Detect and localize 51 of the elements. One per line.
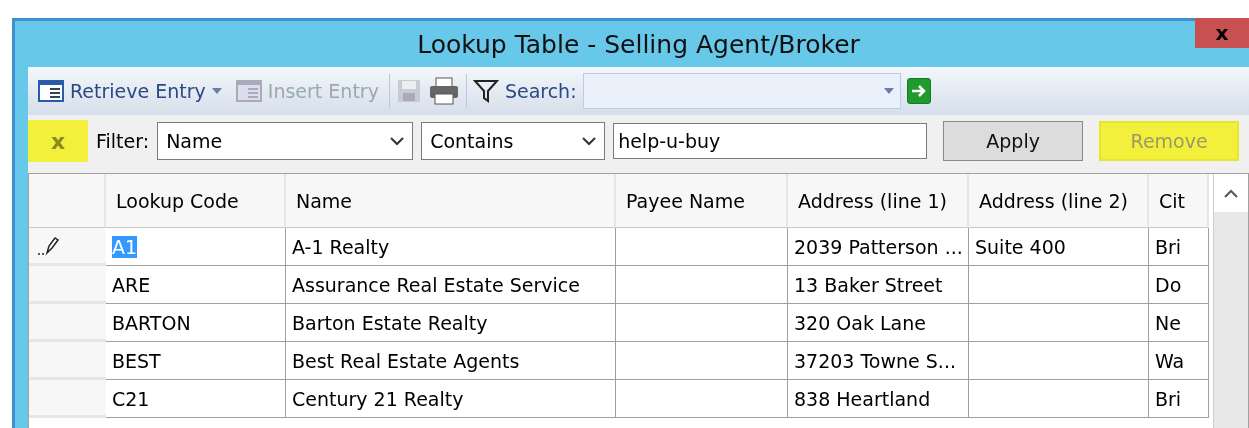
table-cell: Century 21 Realty (286, 380, 616, 418)
table-cell: Best Real Estate Agents (286, 342, 616, 380)
table-cell: A1 (106, 228, 286, 266)
operator-dropdown[interactable]: Contains (421, 122, 606, 160)
column-header[interactable]: Address (line 1) (788, 174, 969, 228)
scroll-up-button[interactable] (1214, 174, 1248, 212)
search-field[interactable] (582, 73, 901, 109)
filter-label: Filter: (96, 130, 150, 152)
window-title: Lookup Table - Selling Agent/Broker (417, 29, 860, 59)
go-button[interactable] (906, 78, 931, 104)
toolbar-button[interactable]: Retrieve Entry (34, 79, 226, 103)
pencil-icon (37, 235, 59, 256)
column-header[interactable]: Address (line 2) (969, 174, 1149, 228)
close-button[interactable]: x (1195, 18, 1249, 48)
column-header[interactable]: Payee Name (616, 174, 788, 228)
table-cell: Suite 400 (969, 228, 1149, 266)
table-cell: Barton Estate Realty (286, 304, 616, 342)
printer-icon[interactable] (427, 76, 460, 106)
chevron-down-icon (390, 136, 405, 146)
dropdown-caret-icon (883, 88, 894, 94)
table-cell: A-1 Realty (286, 228, 616, 266)
column-header[interactable]: Cit (1149, 174, 1209, 228)
field-dropdown[interactable]: Name (157, 122, 414, 160)
table-cell: BEST (106, 342, 286, 380)
row-header[interactable] (29, 228, 106, 266)
table-cell: Bri (1149, 380, 1209, 418)
table-cell: 37203 Towne S... (788, 342, 969, 380)
search-label: Search: (504, 80, 577, 102)
table-cell: BARTON (106, 304, 286, 342)
chevron-down-icon (582, 136, 597, 146)
column-header[interactable]: Lookup Code (106, 174, 286, 228)
table-cell: Assurance Real Estate Service (286, 266, 616, 304)
table-cell: 320 Oak Lane (788, 304, 969, 342)
column-header[interactable]: Name (286, 174, 616, 228)
chevron-up-icon (1224, 188, 1238, 198)
arrow-right-icon (910, 84, 927, 98)
table-cell: Wa (1149, 342, 1209, 380)
filter-button[interactable]: Apply (943, 121, 1084, 161)
table-cell: Bri (1149, 228, 1209, 266)
scrollbar[interactable] (1213, 174, 1248, 428)
filter-value-field[interactable]: help-u-buy (613, 123, 928, 159)
table-cell: C21 (106, 380, 286, 418)
table-cell: ARE (106, 266, 286, 304)
form-icon (38, 79, 64, 103)
table-cell: Ne (1149, 304, 1209, 342)
table-cell: 838 Heartland (788, 380, 969, 418)
form-icon (235, 79, 262, 103)
table-cell: 13 Baker Street (788, 266, 969, 304)
table-cell: 2039 Patterson ... (788, 228, 969, 266)
table-cell: Do (1149, 266, 1209, 304)
filter-icon[interactable] (472, 78, 499, 104)
